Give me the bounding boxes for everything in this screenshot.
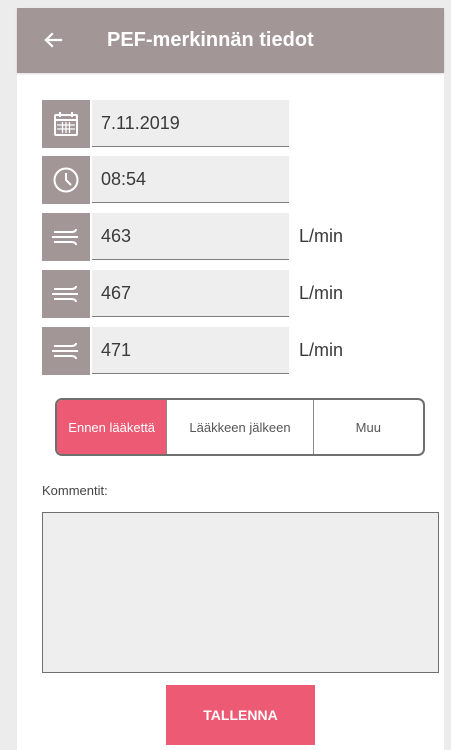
calendar-icon xyxy=(42,100,90,148)
segment-before-medication[interactable]: Ennen lääkettä xyxy=(57,400,167,454)
reading-row: 463 L/min xyxy=(42,213,422,261)
time-row: 08:54 xyxy=(42,156,422,204)
pef-reading-1-field[interactable]: 463 xyxy=(92,213,289,260)
reading-row: 467 L/min xyxy=(42,270,422,318)
segment-after-medication[interactable]: Lääkkeen jälkeen xyxy=(166,400,312,454)
back-button[interactable] xyxy=(37,24,69,56)
unit-label: L/min xyxy=(299,283,344,303)
unit-label: L/min xyxy=(299,226,344,246)
segment-other[interactable]: Muu xyxy=(312,400,423,454)
pef-reading-3-field[interactable]: 471 xyxy=(92,327,289,374)
screen: PEF-merkinnän tiedot 7.11.2019 08:54 463… xyxy=(17,8,444,750)
comment-textarea[interactable] xyxy=(42,512,439,673)
comment-label: Kommentit: xyxy=(42,483,108,498)
unit-label: L/min xyxy=(299,340,344,360)
arrow-left-icon xyxy=(44,32,63,48)
timing-segmented-control: Ennen lääkettä Lääkkeen jälkeen Muu xyxy=(55,398,425,456)
airflow-icon xyxy=(42,213,90,261)
reading-row: 471 L/min xyxy=(42,327,422,375)
app-bar: PEF-merkinnän tiedot xyxy=(17,8,444,73)
clock-icon xyxy=(42,156,90,204)
pef-reading-2-field[interactable]: 467 xyxy=(92,270,289,317)
time-field[interactable]: 08:54 xyxy=(92,156,289,203)
airflow-icon xyxy=(42,270,90,318)
page-title: PEF-merkinnän tiedot xyxy=(107,29,314,51)
save-button[interactable]: TALLENNA xyxy=(166,685,315,745)
date-row: 7.11.2019 xyxy=(42,100,422,148)
date-field[interactable]: 7.11.2019 xyxy=(92,100,289,147)
airflow-icon xyxy=(42,327,90,375)
